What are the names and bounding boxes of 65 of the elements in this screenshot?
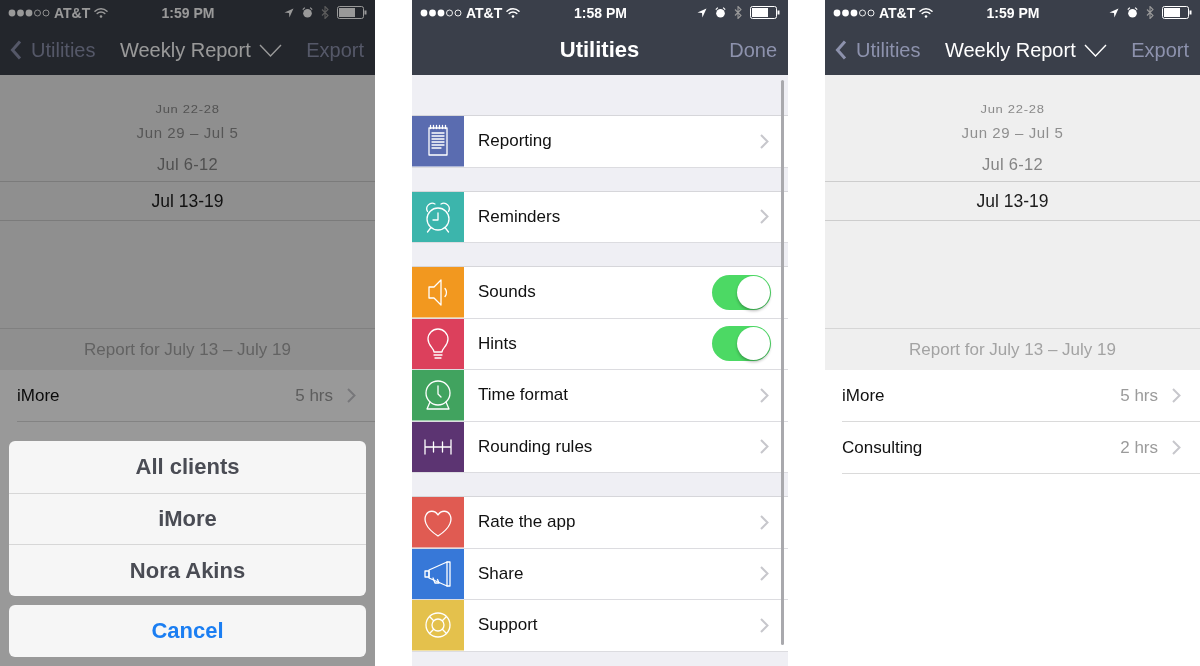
bluetooth-icon bbox=[1146, 6, 1154, 19]
picker-item[interactable]: Jul 13-19 bbox=[151, 190, 224, 212]
title-dropdown[interactable]: Weekly Report bbox=[119, 38, 282, 62]
settings-row[interactable]: Reporting bbox=[412, 116, 788, 168]
toggle-switch[interactable] bbox=[712, 326, 771, 362]
settings-row[interactable]: Sounds bbox=[412, 267, 788, 319]
alarm-clock-icon bbox=[1127, 7, 1138, 18]
settings-row[interactable]: Rate the app bbox=[412, 497, 788, 549]
wifi-icon bbox=[919, 7, 934, 18]
chevron-right-icon bbox=[760, 566, 769, 582]
settings-row[interactable]: Share bbox=[412, 548, 788, 600]
client-hours: 5 hrs bbox=[295, 385, 333, 406]
chevron-right-icon bbox=[760, 617, 769, 633]
alarm-clock-icon bbox=[302, 7, 313, 18]
client-name: iMore bbox=[17, 385, 60, 406]
chevron-right-icon bbox=[760, 439, 769, 455]
chevron-left-icon bbox=[835, 40, 847, 60]
client-hours: 2 hrs bbox=[1120, 437, 1158, 458]
title-dropdown[interactable]: Weekly Report bbox=[944, 38, 1107, 62]
chevron-right-icon bbox=[1172, 388, 1181, 403]
location-arrow-icon bbox=[697, 7, 707, 18]
settings-row[interactable]: Rounding rules bbox=[412, 421, 788, 473]
caret-down-icon bbox=[258, 43, 282, 57]
status-time: 1:59 PM bbox=[986, 4, 1040, 21]
action-sheet-option[interactable]: Nora Akins bbox=[9, 544, 366, 596]
chevron-right-icon bbox=[1172, 440, 1181, 455]
caret-down-icon bbox=[1083, 43, 1107, 57]
location-arrow-icon bbox=[1109, 7, 1119, 18]
status-time: 1:58 PM bbox=[574, 4, 627, 21]
chevron-right-icon bbox=[347, 388, 356, 403]
client-name: Consulting bbox=[842, 437, 923, 458]
action-sheet-option[interactable]: iMore bbox=[9, 492, 366, 545]
picker-item[interactable]: Jul 13-19 bbox=[976, 190, 1049, 212]
settings-row[interactable]: Support bbox=[412, 600, 788, 652]
wifi-icon bbox=[94, 7, 109, 18]
bluetooth-icon bbox=[734, 6, 742, 19]
signal-icon bbox=[833, 8, 875, 17]
chevron-right-icon bbox=[760, 209, 769, 225]
report-header: Report for July 13 – July 19 bbox=[909, 339, 1116, 360]
alarm-clock-icon bbox=[715, 7, 726, 18]
chevron-left-icon bbox=[10, 40, 22, 60]
battery-icon bbox=[1162, 6, 1193, 19]
cancel-button[interactable]: Cancel bbox=[9, 605, 366, 657]
signal-icon bbox=[8, 8, 50, 17]
client-hours: 5 hrs bbox=[1120, 385, 1158, 406]
location-arrow-icon bbox=[284, 7, 294, 18]
carrier-name: AT&T bbox=[54, 4, 91, 21]
settings-row[interactable]: Hints bbox=[412, 318, 788, 370]
chevron-right-icon bbox=[760, 133, 769, 149]
carrier-name: AT&T bbox=[466, 4, 503, 21]
settings-row[interactable]: Reminders bbox=[412, 191, 788, 243]
screen-title: Utilities bbox=[559, 37, 640, 63]
settings-row[interactable]: Time format bbox=[412, 370, 788, 422]
signal-icon bbox=[420, 8, 462, 17]
bluetooth-icon bbox=[321, 6, 329, 19]
carrier-name: AT&T bbox=[879, 4, 916, 21]
client-name: iMore bbox=[842, 385, 885, 406]
status-time: 1:59 PM bbox=[161, 4, 215, 21]
toggle-switch[interactable] bbox=[712, 274, 771, 310]
chevron-right-icon bbox=[760, 514, 769, 530]
battery-icon bbox=[337, 6, 368, 19]
chevron-right-icon bbox=[760, 387, 769, 403]
wifi-icon bbox=[506, 7, 521, 18]
battery-icon bbox=[750, 6, 781, 19]
action-sheet-option[interactable]: All clients bbox=[9, 440, 366, 493]
